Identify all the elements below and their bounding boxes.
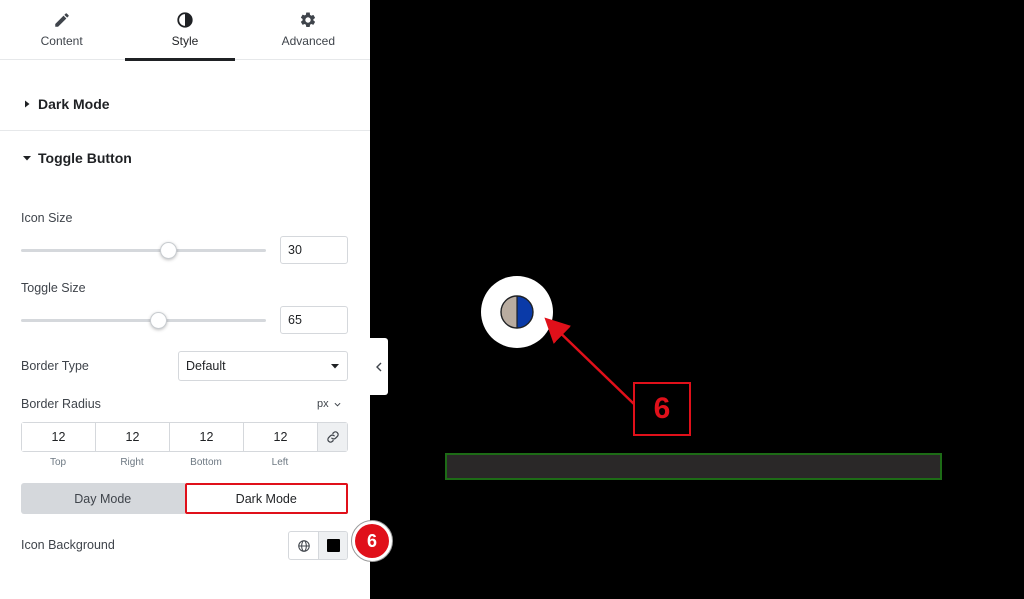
toggle-size-slider[interactable] [21,312,266,329]
toggle-size-input[interactable] [280,306,348,334]
section-title: Dark Mode [38,96,110,112]
radius-bottom-input[interactable] [170,423,244,451]
caret-right-icon [25,100,30,108]
color-swatch [326,539,340,552]
tab-label: Style [171,34,199,48]
section-title: Toggle Button [38,150,132,166]
section-divider [0,130,370,131]
gear-icon [301,12,316,27]
icon-size-label: Icon Size [21,211,73,225]
chevron-down-icon [334,402,341,407]
caret-down-icon [23,156,31,161]
radius-left-input[interactable] [244,423,318,451]
editor-panel: Content Style Advanced Dark Mode Toggle … [0,0,370,599]
icon-size-input[interactable] [280,236,348,264]
half-circle-icon [500,295,534,329]
dark-mode-toggle[interactable] [481,276,553,348]
section-dark-mode[interactable]: Dark Mode [0,88,370,120]
day-mode-button[interactable]: Day Mode [21,483,185,514]
tab-style[interactable]: Style [123,0,246,61]
slider-track [21,249,266,252]
step-badge: 6 [351,520,393,562]
icon-size-slider[interactable] [21,242,266,259]
border-radius-label: Border Radius [21,397,101,411]
link-values-button[interactable] [318,423,347,451]
unit-selector[interactable]: px [317,398,341,410]
section-toggle-button[interactable]: Toggle Button [0,142,370,174]
step-number: 6 [355,524,389,558]
select-value: Default [186,359,226,373]
dark-mode-button[interactable]: Dark Mode [184,483,348,514]
toggle-size-label: Toggle Size [21,281,86,295]
toggle-light-half [501,296,517,328]
globe-icon [297,539,310,552]
panel-collapse-button[interactable] [370,338,388,395]
tab-advanced[interactable]: Advanced [247,0,370,60]
slider-thumb[interactable] [150,312,168,329]
radius-caption-top: Top [49,457,67,468]
border-radius-inputs [21,422,348,452]
radius-caption-bottom: Bottom [190,457,222,468]
callout-step-box: 6 [633,382,691,436]
icon-background-label: Icon Background [21,538,115,552]
radius-caption-right: Right [120,457,144,468]
radius-top-input[interactable] [22,423,96,451]
pencil-icon [54,13,69,27]
chevron-left-icon [376,362,382,371]
link-icon [326,431,339,443]
panel-tabs: Content Style Advanced [0,0,370,61]
slider-thumb[interactable] [160,242,177,259]
global-colors-button[interactable] [289,532,319,559]
toggle-dark-half [517,296,533,328]
slider-track [21,319,266,322]
color-swatch-button[interactable] [319,532,347,559]
border-type-label: Border Type [21,359,89,373]
radius-right-input[interactable] [96,423,170,451]
tab-content[interactable]: Content [0,0,123,60]
half-circle-icon [177,12,193,28]
tab-label: Advanced [281,34,335,48]
caret-down-icon [331,364,339,369]
mode-switch: Day Mode Dark Mode [21,483,348,514]
border-type-select[interactable]: Default [178,351,348,381]
unit-label: px [317,398,329,410]
icon-background-color-control [288,531,348,560]
tab-label: Content [40,34,83,48]
radius-caption-left: Left [271,457,289,468]
preview-content-bar [445,453,942,480]
